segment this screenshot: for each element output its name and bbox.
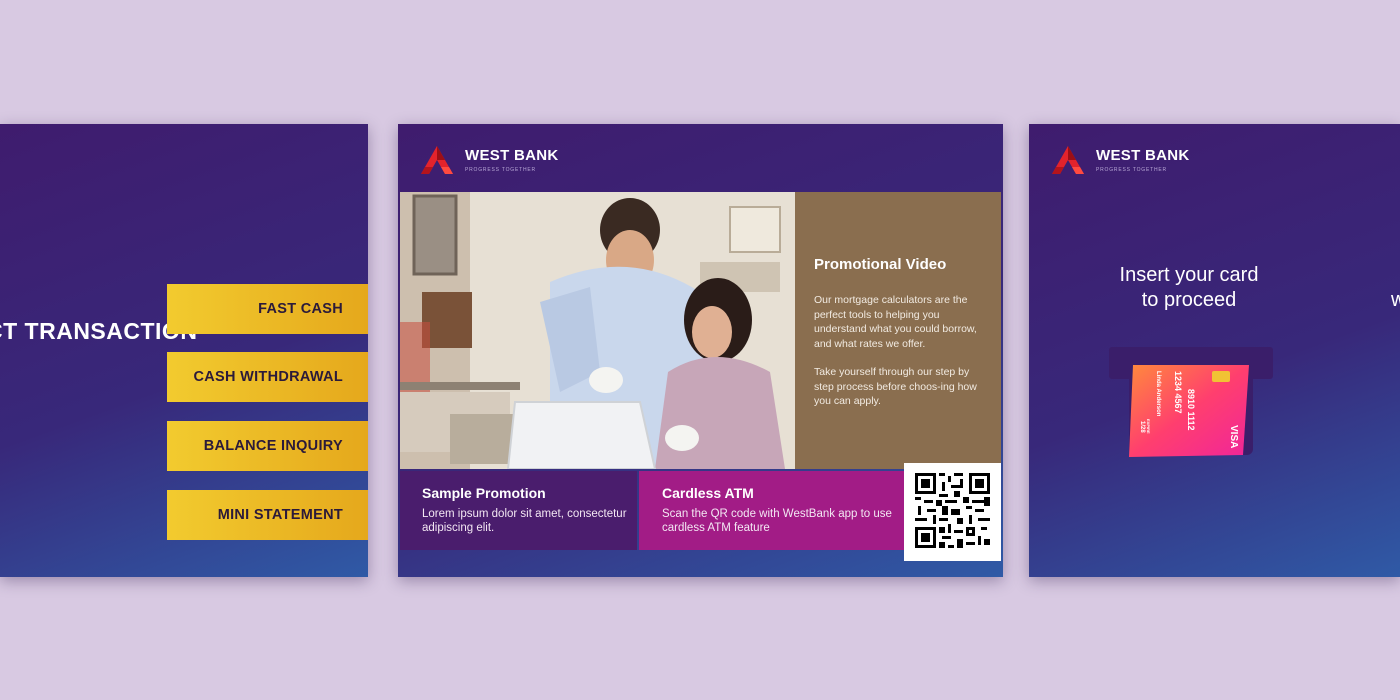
balance-inquiry-button[interactable]: BALANCE INQUIRY bbox=[167, 421, 368, 471]
bank-logo: WEST BANK PROGRESS TOGETHER bbox=[1050, 144, 1190, 176]
promotional-video-panel[interactable]: Promotional Video Our mortgage calculato… bbox=[795, 192, 1001, 469]
promotion-screen: WEST BANK PROGRESS TOGETHER Promotional … bbox=[398, 124, 1003, 577]
qr-code-icon bbox=[915, 473, 990, 548]
credit-card-icon: 1234 4567 8910 1112 Linda Anderson EXPIR… bbox=[1129, 365, 1253, 457]
people-laptop-photo-icon bbox=[400, 192, 796, 469]
card-holder-name: Linda Anderson bbox=[1155, 371, 1161, 417]
mini-statement-button[interactable]: MINI STATEMENT bbox=[167, 490, 368, 540]
card-expiry-label: EXPIRE bbox=[1146, 419, 1151, 434]
fast-cash-button[interactable]: FAST CASH bbox=[167, 284, 368, 334]
promotional-video-text-1: Our mortgage calculators are the perfect… bbox=[814, 294, 977, 350]
cardless-atm-title: Cardless ATM bbox=[662, 485, 754, 501]
cash-withdrawal-button[interactable]: CASH WITHDRAWAL bbox=[167, 352, 368, 402]
bank-logo: WEST BANK PROGRESS TOGETHER bbox=[419, 144, 559, 176]
insert-card-screen: WEST BANK PROGRESS TOGETHER Insert your … bbox=[1029, 124, 1400, 577]
insert-card-instruction: Insert your card to proceed bbox=[1089, 263, 1289, 313]
insert-card-line-2: to proceed bbox=[1141, 289, 1237, 311]
bank-tagline: PROGRESS TOGETHER bbox=[1096, 166, 1167, 173]
bank-logo-icon bbox=[421, 146, 453, 174]
bank-tagline: PROGRESS TOGETHER bbox=[465, 166, 536, 173]
promo-photo bbox=[400, 192, 796, 469]
promotional-video-title: Promotional Video bbox=[814, 256, 947, 273]
transaction-screen: CT TRANSACTION FAST CASH CASH WITHDRAWAL… bbox=[0, 124, 368, 577]
sample-promotion-tile[interactable]: Sample Promotion Lorem ipsum dolor sit a… bbox=[400, 471, 637, 550]
promotional-video-text-2: Take yourself through our step by step p… bbox=[814, 366, 977, 407]
insert-card-line-1: Insert your card bbox=[1119, 264, 1259, 286]
card-number-line-2: 8910 1112 bbox=[1186, 389, 1196, 431]
partial-text: w bbox=[1391, 289, 1400, 311]
sample-promotion-text: Lorem ipsum dolor sit amet, consectetur … bbox=[422, 508, 627, 534]
cardless-atm-tile[interactable]: Cardless ATM Scan the QR code with WestB… bbox=[639, 471, 909, 550]
card-brand: VISA bbox=[1228, 425, 1239, 448]
sample-promotion-title: Sample Promotion bbox=[422, 485, 546, 501]
card-expiry: 1/28 bbox=[1139, 421, 1145, 433]
qr-code[interactable] bbox=[904, 463, 1001, 561]
bank-name: WEST BANK bbox=[1096, 146, 1190, 164]
card-number-line-1: 1234 4567 bbox=[1173, 371, 1183, 414]
bank-name: WEST BANK bbox=[465, 146, 559, 164]
cardless-atm-text: Scan the QR code with WestBank app to us… bbox=[662, 508, 892, 534]
bank-logo-icon bbox=[1052, 146, 1084, 174]
